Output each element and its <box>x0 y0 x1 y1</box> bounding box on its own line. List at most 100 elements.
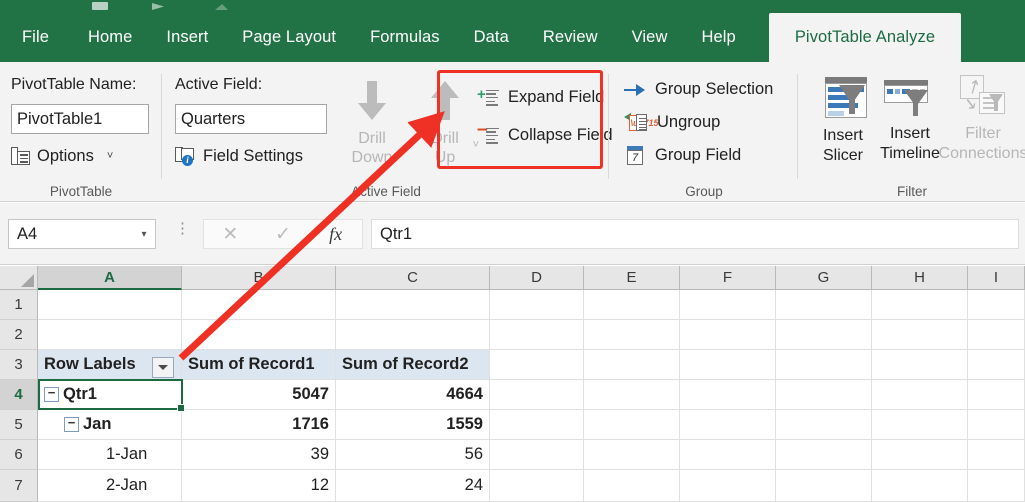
cell-i6[interactable] <box>968 440 1025 470</box>
cell-i3[interactable] <box>968 350 1025 380</box>
row-header-4[interactable]: 4 <box>0 380 38 410</box>
cell-d1[interactable] <box>490 290 584 320</box>
cell-i2[interactable] <box>968 320 1025 350</box>
column-header-e[interactable]: E <box>584 266 680 290</box>
cell-f6[interactable] <box>680 440 776 470</box>
qat-save-icon[interactable] <box>92 2 108 10</box>
row-header-7[interactable]: 7 <box>0 470 38 502</box>
tab-review[interactable]: Review <box>526 13 615 62</box>
cell-f2[interactable] <box>680 320 776 350</box>
cell-a1[interactable] <box>38 290 182 320</box>
column-header-f[interactable]: F <box>680 266 776 290</box>
cell-c6[interactable]: 56 <box>336 440 490 470</box>
tab-data[interactable]: Data <box>457 13 526 62</box>
cell-g1[interactable] <box>776 290 872 320</box>
column-header-d[interactable]: D <box>490 266 584 290</box>
cell-i1[interactable] <box>968 290 1025 320</box>
cell-c4[interactable]: 4664 <box>336 380 490 410</box>
cell-f4[interactable] <box>680 380 776 410</box>
chevron-down-icon[interactable]: ▾ <box>133 229 155 240</box>
cell-f5[interactable] <box>680 410 776 440</box>
cell-d4[interactable] <box>490 380 584 410</box>
row-labels-filter-button[interactable] <box>152 357 174 378</box>
qat-redo-icon[interactable] <box>152 3 164 10</box>
cell-e7[interactable] <box>584 470 680 502</box>
options-button[interactable]: Options ˅ <box>11 142 113 170</box>
cell-i7[interactable] <box>968 470 1025 502</box>
group-selection-button[interactable]: Group Selection <box>624 74 773 105</box>
cell-c2[interactable] <box>336 320 490 350</box>
insert-slicer-button[interactable]: Insert Slicer <box>807 74 879 166</box>
row-header-5[interactable]: 5 <box>0 410 38 440</box>
column-header-h[interactable]: H <box>872 266 968 290</box>
tab-file[interactable]: File <box>0 13 71 62</box>
cell-h1[interactable] <box>872 290 968 320</box>
cell-c7[interactable]: 24 <box>336 470 490 502</box>
tab-home[interactable]: Home <box>71 13 149 62</box>
cell-d6[interactable] <box>490 440 584 470</box>
column-header-g[interactable]: G <box>776 266 872 290</box>
enter-icon[interactable]: ✓ <box>257 223 310 246</box>
cell-f1[interactable] <box>680 290 776 320</box>
cell-e6[interactable] <box>584 440 680 470</box>
select-all-corner[interactable] <box>0 266 38 290</box>
cell-e4[interactable] <box>584 380 680 410</box>
cell-i5[interactable] <box>968 410 1025 440</box>
cell-a4[interactable]: − Qtr1 <box>38 380 182 410</box>
cell-e1[interactable] <box>584 290 680 320</box>
cell-i4[interactable] <box>968 380 1025 410</box>
column-header-a[interactable]: A <box>38 266 182 290</box>
cell-e3[interactable] <box>584 350 680 380</box>
insert-timeline-button[interactable]: Insert Timeline <box>874 74 946 164</box>
ungroup-button[interactable]: \u2715 Ungroup <box>624 107 720 138</box>
field-settings-button[interactable]: i Field Settings <box>175 142 303 170</box>
cell-e2[interactable] <box>584 320 680 350</box>
cell-b3-sum-record1[interactable]: Sum of Record1 <box>182 350 336 380</box>
cell-g3[interactable] <box>776 350 872 380</box>
cell-h3[interactable] <box>872 350 968 380</box>
column-header-c[interactable]: C <box>336 266 490 290</box>
cell-b5[interactable]: 1716 <box>182 410 336 440</box>
formula-input[interactable]: Qtr1 <box>371 219 1019 249</box>
cell-h2[interactable] <box>872 320 968 350</box>
cell-g2[interactable] <box>776 320 872 350</box>
tab-page-layout[interactable]: Page Layout <box>225 13 353 62</box>
cell-e5[interactable] <box>584 410 680 440</box>
pivottable-name-input[interactable]: PivotTable1 <box>11 104 149 134</box>
cell-a5[interactable]: − Jan <box>38 410 182 440</box>
name-box[interactable]: A4 ▾ <box>8 219 156 249</box>
tab-formulas[interactable]: Formulas <box>353 13 457 62</box>
cell-g7[interactable] <box>776 470 872 502</box>
cell-f3[interactable] <box>680 350 776 380</box>
collapse-toggle-jan[interactable]: − <box>64 416 79 432</box>
cell-g6[interactable] <box>776 440 872 470</box>
column-header-b[interactable]: B <box>182 266 336 290</box>
insert-function-icon[interactable]: fx <box>309 224 362 245</box>
active-field-input[interactable]: Quarters <box>175 104 327 134</box>
cell-h4[interactable] <box>872 380 968 410</box>
cell-c3-sum-record2[interactable]: Sum of Record2 <box>336 350 490 380</box>
tab-pivottable-analyze[interactable]: PivotTable Analyze <box>768 13 962 62</box>
tab-view[interactable]: View <box>615 13 685 62</box>
cell-h5[interactable] <box>872 410 968 440</box>
cell-b6[interactable]: 39 <box>182 440 336 470</box>
row-header-6[interactable]: 6 <box>0 440 38 470</box>
cell-g4[interactable] <box>776 380 872 410</box>
cell-h6[interactable] <box>872 440 968 470</box>
collapse-toggle-qtr1[interactable]: − <box>44 386 59 402</box>
cell-a6[interactable]: 1-Jan <box>38 440 182 470</box>
column-header-i[interactable]: I <box>968 266 1025 290</box>
row-header-1[interactable]: 1 <box>0 290 38 320</box>
cell-a7[interactable]: 2-Jan <box>38 470 182 502</box>
cell-b7[interactable]: 12 <box>182 470 336 502</box>
tab-insert[interactable]: Insert <box>149 13 225 62</box>
cell-d3[interactable] <box>490 350 584 380</box>
cell-f7[interactable] <box>680 470 776 502</box>
row-header-2[interactable]: 2 <box>0 320 38 350</box>
cell-d5[interactable] <box>490 410 584 440</box>
cell-a2[interactable] <box>38 320 182 350</box>
cell-b2[interactable] <box>182 320 336 350</box>
cell-c1[interactable] <box>336 290 490 320</box>
cell-g5[interactable] <box>776 410 872 440</box>
cell-d2[interactable] <box>490 320 584 350</box>
